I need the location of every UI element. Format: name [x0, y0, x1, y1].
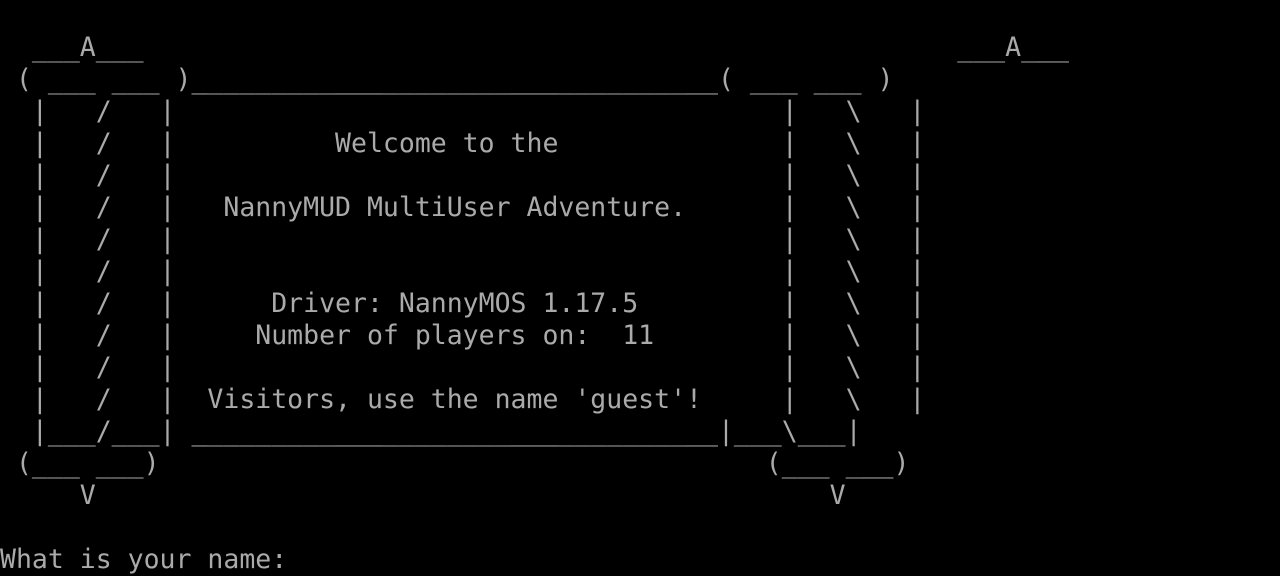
- terminal-screen[interactable]: ___A___ ___A___ ( ___ ___ )_____________…: [0, 0, 1280, 576]
- banner-line: | / | Welcome to the | \ |: [0, 128, 926, 159]
- banner-line: | / | | \ |: [0, 160, 926, 191]
- banner-line: | / | NannyMUD MultiUser Adventure. | \ …: [0, 192, 926, 223]
- name-prompt-line: What is your name:: [0, 544, 1280, 576]
- banner-line: |___/___| ______________________________…: [0, 416, 862, 447]
- banner-line: (___ ___) (___ ___): [0, 448, 910, 479]
- banner-line: | / | | \ |: [0, 96, 926, 127]
- banner-line: | / | Number of players on: 11 | \ |: [0, 320, 926, 351]
- banner-line: | / | | \ |: [0, 256, 926, 287]
- banner-line: | / | | \ |: [0, 352, 926, 383]
- banner-line: ___A___ ___A___: [0, 32, 1069, 63]
- banner-line: V V: [0, 480, 846, 511]
- banner-line: | / | Visitors, use the name 'guest'! | …: [0, 384, 926, 415]
- banner-line: ( ___ ___ )_____________________________…: [0, 64, 894, 95]
- banner-line: | / | Driver: NannyMOS 1.17.5 | \ |: [0, 288, 926, 319]
- banner-line: | / | | \ |: [0, 224, 926, 255]
- name-prompt-label: What is your name:: [0, 544, 304, 575]
- name-input[interactable]: [303, 544, 324, 576]
